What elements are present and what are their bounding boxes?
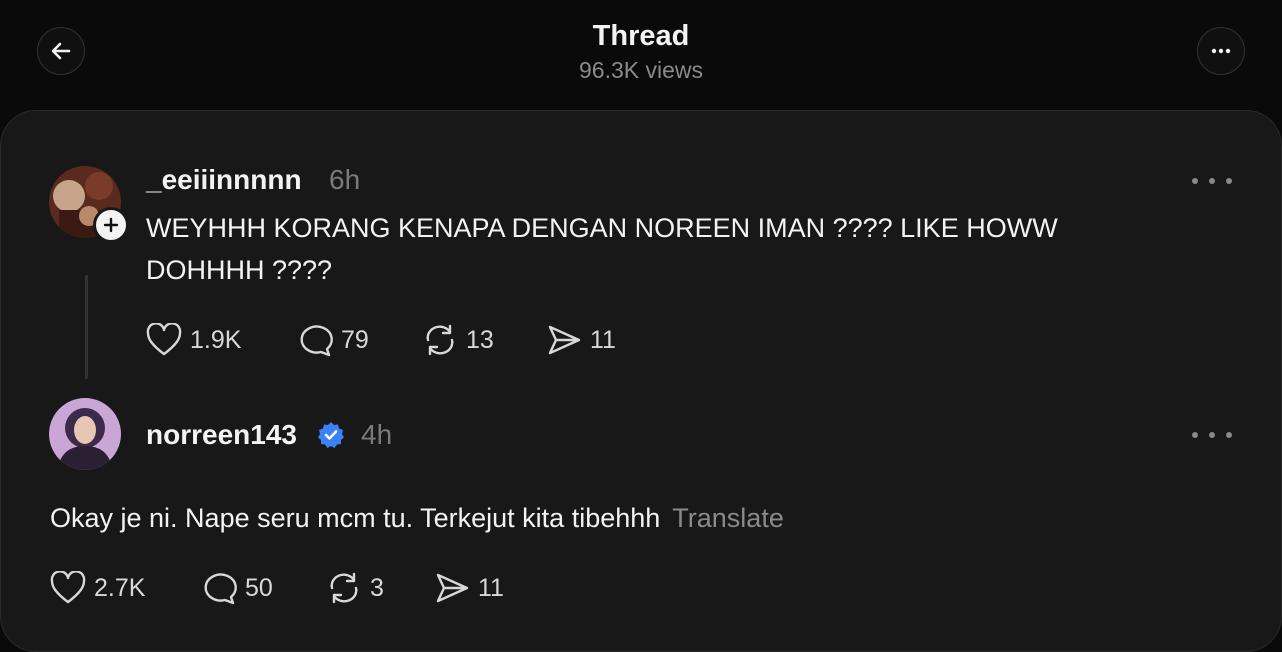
post-share-button[interactable]: 11 xyxy=(546,322,616,358)
reply-timestamp: 4h xyxy=(361,419,393,450)
plus-icon xyxy=(103,217,119,233)
post-comment-count: 79 xyxy=(341,325,369,354)
comment-icon xyxy=(204,573,237,605)
heart-icon xyxy=(146,323,182,356)
repost-icon xyxy=(330,572,358,604)
reply-avatar[interactable] xyxy=(49,398,121,470)
reply-like-button[interactable]: 2.7K xyxy=(50,570,145,606)
more-options-button[interactable] xyxy=(1197,27,1245,75)
comment-icon xyxy=(300,325,333,357)
reply-more-icon[interactable] xyxy=(1192,425,1232,445)
more-horizontal-icon xyxy=(1211,48,1231,54)
post-repost-count: 13 xyxy=(466,325,494,354)
post-share-count: 11 xyxy=(590,325,616,354)
reply-username[interactable]: norreen143 xyxy=(146,419,297,451)
avatar-image xyxy=(49,398,121,470)
translate-link[interactable]: Translate xyxy=(672,503,784,533)
header: Thread 96.3K views xyxy=(0,0,1282,110)
post-more-icon[interactable] xyxy=(1192,171,1232,191)
views-count: 96.3K views xyxy=(578,57,703,83)
reply-share-count: 11 xyxy=(478,573,504,602)
post-repost-button[interactable]: 13 xyxy=(422,322,494,358)
heart-icon xyxy=(50,571,86,604)
reply-comment-count: 50 xyxy=(245,573,273,602)
post-comment-button[interactable]: 79 xyxy=(297,322,369,358)
repost-icon xyxy=(426,324,454,356)
reply-text-row: Okay je ni. Nape seru mcm tu. Terkejut k… xyxy=(50,503,784,534)
post-like-button[interactable]: 1.9K xyxy=(146,322,241,358)
post-text: WEYHHH KORANG KENAPA DENGAN NOREEN IMAN … xyxy=(146,213,1058,285)
reply-repost-button[interactable]: 3 xyxy=(326,570,384,606)
follow-button[interactable] xyxy=(93,207,129,243)
send-icon xyxy=(548,325,581,355)
send-icon xyxy=(436,573,469,603)
verified-badge-icon xyxy=(318,422,344,448)
reply-like-count: 2.7K xyxy=(94,573,146,602)
post-username[interactable]: _eeiiinnnnn xyxy=(146,164,302,196)
thread-card: _eeiiinnnnn 6h WEYHHH KORANG KENAPA DENG… xyxy=(0,110,1282,652)
reply-text: Okay je ni. Nape seru mcm tu. Terkejut k… xyxy=(50,503,661,533)
post-timestamp: 6h xyxy=(329,164,361,195)
thread-connector-line xyxy=(85,275,88,379)
reply-share-button[interactable]: 11 xyxy=(434,570,504,606)
post-like-count: 1.9K xyxy=(190,325,242,354)
reply-comment-button[interactable]: 50 xyxy=(201,570,273,606)
page-title: Thread xyxy=(592,20,690,52)
reply-repost-count: 3 xyxy=(370,573,384,602)
